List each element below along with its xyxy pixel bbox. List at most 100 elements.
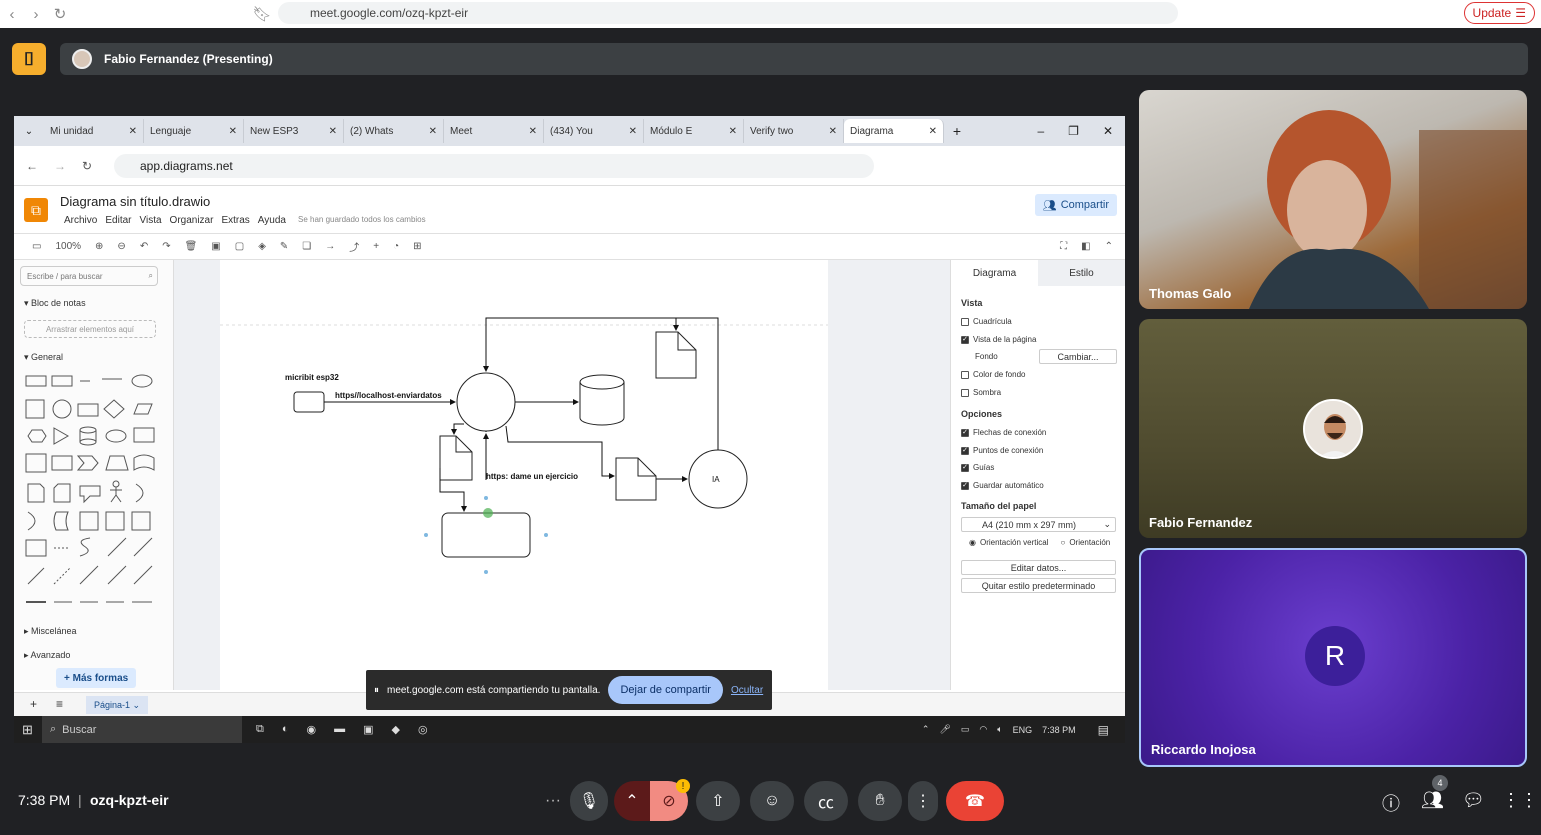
- paper-size-select[interactable]: A4 (210 mm x 297 mm) ⌄: [961, 517, 1116, 532]
- shadow-checkbox[interactable]: [961, 388, 969, 397]
- participant-tile-3[interactable]: R Riccardo Inojosa: [1139, 548, 1527, 767]
- raise-hand-button[interactable]: ✋︎: [858, 781, 902, 821]
- bookmark-icon[interactable]: 🔖︎: [250, 5, 274, 23]
- page-tab[interactable]: Página-1 ⌄: [86, 696, 149, 714]
- tab-diagram[interactable]: Diagrama: [951, 260, 1038, 286]
- zoom-level[interactable]: 100%: [55, 241, 81, 252]
- tab-8[interactable]: Verify two ✕: [744, 119, 844, 143]
- page-view-option[interactable]: ✓ Vista de la página: [961, 335, 1036, 344]
- tray-chevron-icon[interactable]: ⌃: [922, 724, 930, 735]
- menu-view[interactable]: Vista: [139, 215, 161, 226]
- menu-file[interactable]: Archivo: [64, 215, 97, 226]
- shadow-option[interactable]: Sombra: [961, 388, 1001, 397]
- chrome-icon[interactable]: ◎: [418, 723, 428, 736]
- fullscreen-icon[interactable]: ⛶: [1060, 241, 1067, 252]
- mic-tray-icon[interactable]: 🎤︎: [939, 724, 950, 735]
- restore-icon[interactable]: ❐: [1068, 124, 1079, 138]
- edit-data-button[interactable]: Editar datos...: [961, 560, 1116, 575]
- back-icon[interactable]: ‹: [0, 6, 24, 23]
- close-icon[interactable]: ✕: [629, 126, 637, 137]
- grid-checkbox[interactable]: [961, 317, 969, 326]
- scratchpad-dropzone[interactable]: Arrastrar elementos aquí: [24, 320, 156, 338]
- taskbar-clock[interactable]: 7:38 PM: [1042, 725, 1076, 735]
- scratchpad-header[interactable]: ▾ Bloc de notas: [24, 298, 86, 309]
- windows-start-icon[interactable]: ⊞: [22, 722, 33, 738]
- close-icon[interactable]: ✕: [529, 126, 537, 137]
- change-background-button[interactable]: Cambiar...: [1039, 349, 1117, 364]
- menu-help[interactable]: Ayuda: [258, 215, 286, 226]
- captions-button[interactable]: ㏄: [804, 781, 848, 821]
- close-window-icon[interactable]: ✕: [1103, 124, 1113, 138]
- diagram-canvas[interactable]: micribit esp32 https//localhost-enviarda…: [174, 260, 950, 690]
- minimize-icon[interactable]: –: [1037, 124, 1044, 138]
- guides-option[interactable]: ✓ Guías: [961, 463, 994, 472]
- tab-search-icon[interactable]: ⌄: [14, 126, 44, 137]
- portrait-radio-icon[interactable]: ◉: [969, 538, 976, 547]
- shadow-icon[interactable]: ❏: [302, 241, 311, 252]
- tab-style[interactable]: Estilo: [1038, 260, 1125, 286]
- forward-icon[interactable]: →: [54, 159, 66, 173]
- firefox-icon[interactable]: ◉: [307, 723, 317, 736]
- close-icon[interactable]: ✕: [429, 126, 437, 137]
- tab-2[interactable]: Lenguaje ✕: [144, 119, 244, 143]
- notifications-icon[interactable]: ▤: [1098, 723, 1109, 737]
- tab-5[interactable]: Meet ✕: [444, 119, 544, 143]
- guides-checkbox[interactable]: ✓: [961, 463, 969, 472]
- menu-arrange[interactable]: Organizar: [170, 215, 214, 226]
- format-panel-icon[interactable]: ▭: [32, 241, 41, 252]
- inner-url-field[interactable]: app.diagrams.net: [114, 154, 874, 178]
- back-icon[interactable]: ←: [26, 159, 38, 173]
- zoom-out-icon[interactable]: ⊖: [117, 241, 125, 252]
- close-icon[interactable]: ✕: [929, 126, 937, 137]
- battery-icon[interactable]: ▭: [961, 724, 970, 735]
- more-shapes-button[interactable]: + Más formas: [56, 668, 137, 688]
- grid-option[interactable]: Cuadrícula: [961, 317, 1012, 326]
- file-explorer-icon[interactable]: ▬: [334, 723, 345, 736]
- tab-7[interactable]: Módulo E ✕: [644, 119, 744, 143]
- close-icon[interactable]: ✕: [229, 126, 237, 137]
- vscode-icon[interactable]: ◆: [392, 723, 400, 736]
- collapse-icon[interactable]: ⌃: [1105, 241, 1113, 252]
- diagram-drawing[interactable]: micribit esp32 https//localhost-enviarda…: [220, 260, 828, 690]
- conn-arrows-option[interactable]: ✓ Flechas de conexión: [961, 428, 1046, 437]
- more-controls-icon[interactable]: ···: [536, 781, 570, 821]
- participant-tile-1[interactable]: Thomas Galo: [1139, 90, 1527, 309]
- shapes-icon[interactable]: ◔: [393, 241, 399, 252]
- chat-icon[interactable]: 💬︎: [1462, 790, 1485, 811]
- remove-style-button[interactable]: Quitar estilo predeterminado: [961, 578, 1116, 593]
- store-icon[interactable]: ▣: [363, 723, 373, 736]
- delete-icon[interactable]: 🗑︎: [185, 241, 198, 252]
- zoom-in-icon[interactable]: ⊕: [95, 241, 103, 252]
- meeting-info-icon[interactable]: ⓘ: [1382, 790, 1400, 816]
- close-icon[interactable]: ✕: [329, 126, 337, 137]
- autosave-checkbox[interactable]: ✓: [961, 481, 969, 490]
- volume-icon[interactable]: 🔈︎: [997, 724, 1002, 735]
- stop-sharing-button[interactable]: Dejar de compartir: [608, 676, 723, 704]
- app-icon-1[interactable]: ◐: [282, 723, 289, 736]
- menu-edit[interactable]: Editar: [105, 215, 131, 226]
- task-view-icon[interactable]: ⧉: [256, 723, 264, 736]
- mic-button[interactable]: 🎙︎: [570, 781, 608, 821]
- advanced-header[interactable]: ▸ Avanzado: [24, 650, 70, 661]
- close-icon[interactable]: ✕: [129, 126, 137, 137]
- update-button[interactable]: Update ☰: [1463, 2, 1535, 24]
- new-tab-icon[interactable]: +: [944, 123, 970, 139]
- drawio-doc-title[interactable]: Diagrama sin título.drawio: [60, 194, 210, 209]
- share-button[interactable]: 👥︎ Compartir: [1034, 194, 1117, 216]
- to-back-icon[interactable]: ▢: [235, 241, 244, 252]
- conn-arrows-checkbox[interactable]: ✓: [961, 428, 969, 437]
- activities-grid-icon[interactable]: ⋮⋮: [1502, 790, 1538, 811]
- host-address-bar[interactable]: meet.google.com/ozq-kpzt-eir: [278, 2, 1178, 24]
- reactions-button[interactable]: ☺: [750, 781, 794, 821]
- reload-icon[interactable]: ↻: [82, 159, 92, 173]
- general-header[interactable]: ▾ General: [24, 352, 63, 363]
- close-icon[interactable]: ✕: [729, 126, 737, 137]
- close-icon[interactable]: ✕: [829, 126, 837, 137]
- leave-call-button[interactable]: ☎︎: [946, 781, 1004, 821]
- conn-points-checkbox[interactable]: ✓: [961, 446, 969, 455]
- page-view-checkbox[interactable]: ✓: [961, 335, 969, 344]
- tab-4[interactable]: (2) Whats ✕: [344, 119, 444, 143]
- undo-icon[interactable]: ↶: [140, 241, 148, 252]
- tab-1[interactable]: Mi unidad ✕: [44, 119, 144, 143]
- tab-3[interactable]: New ESP3 ✕: [244, 119, 344, 143]
